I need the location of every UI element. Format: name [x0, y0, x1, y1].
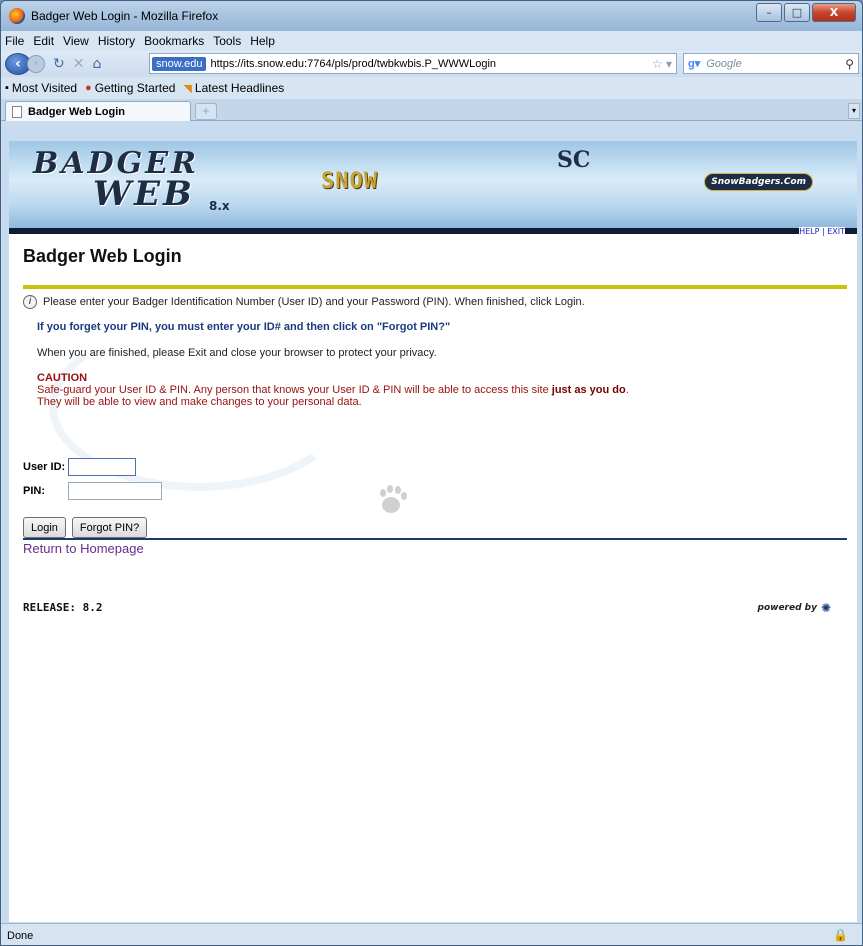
site-identity-button[interactable]: snow.edu — [152, 56, 207, 71]
menu-tools[interactable]: Tools — [213, 34, 241, 48]
blue-divider — [23, 538, 847, 540]
version-label: 8.x — [209, 199, 230, 213]
form-buttons: Login Forgot PIN? — [23, 517, 153, 538]
caution-line-1: Safe-guard your User ID & PIN. Any perso… — [37, 384, 629, 396]
minimize-button[interactable]: – — [756, 3, 782, 22]
snowbadgers-logo[interactable]: SnowBadgers.Com — [704, 173, 813, 191]
search-bar[interactable]: g▾ Google ⚲ — [683, 53, 859, 74]
window-title: Badger Web Login - Mozilla Firefox — [31, 9, 219, 23]
getting-started-icon: ● — [85, 82, 92, 94]
window-controls: – □ X — [754, 3, 856, 22]
login-form: User ID: PIN: — [23, 455, 162, 503]
badger-web-logo: BADGER WEB — [33, 146, 200, 214]
menu-file[interactable]: File — [5, 34, 24, 48]
forgot-pin-button[interactable]: Forgot PIN? — [71, 517, 148, 538]
menu-bookmarks[interactable]: Bookmarks — [144, 34, 204, 48]
stop-icon[interactable]: ✕ — [73, 56, 85, 72]
page-content: BADGER WEB 8.x SNOW SC SnowBadgers.Com H… — [9, 141, 857, 922]
user-id-input[interactable] — [68, 458, 136, 476]
help-link[interactable]: HELP — [799, 227, 819, 236]
yellow-divider — [23, 285, 847, 289]
bookmark-star-icon[interactable]: ☆ ▾ — [652, 57, 672, 71]
bookmark-latest-headlines[interactable]: ◥ Latest Headlines — [183, 81, 284, 95]
user-id-label: User ID: — [23, 461, 66, 473]
info-icon: i — [23, 295, 37, 309]
status-bar: Done 🔒 — [1, 923, 862, 945]
title-bar: Badger Web Login - Mozilla Firefox – □ X — [1, 1, 862, 31]
release-label: RELEASE: 8.2 — [23, 601, 103, 614]
firefox-icon — [9, 8, 25, 24]
search-placeholder: Google — [706, 57, 742, 70]
browser-window: Badger Web Login - Mozilla Firefox – □ X… — [0, 0, 863, 946]
caution-block: CAUTION Safe-guard your User ID & PIN. A… — [37, 372, 847, 408]
rss-icon: ◥ — [183, 82, 192, 95]
padlock-icon[interactable]: 🔒 — [833, 928, 848, 942]
page-icon — [12, 105, 22, 118]
sc-logo: SC — [557, 147, 591, 173]
home-icon[interactable]: ⌂ — [92, 56, 101, 72]
login-button[interactable]: Login — [23, 517, 66, 538]
exit-link[interactable]: EXIT — [827, 227, 845, 236]
forgot-pin-note: If you forget your PIN, you must enter y… — [37, 321, 451, 333]
sungard-logo-icon: ✺ — [821, 601, 832, 615]
close-button[interactable]: X — [812, 3, 856, 22]
navigation-toolbar: ‹ › ↻ ✕ ⌂ snow.edu https://its.snow.edu:… — [1, 51, 862, 77]
address-bar[interactable]: snow.edu https://its.snow.edu:7764/pls/p… — [149, 53, 677, 74]
snow-logo: SNOW — [321, 169, 378, 194]
info-text: Please enter your Badger Identification … — [43, 296, 585, 308]
return-to-homepage-link[interactable]: Return to Homepage — [23, 541, 144, 556]
menu-bar: File Edit View History Bookmarks Tools H… — [1, 31, 862, 51]
bookmark-getting-started[interactable]: ● Getting Started — [85, 81, 175, 95]
bookmarks-toolbar: ▪ Most Visited ● Getting Started ◥ Latest H… — [1, 77, 862, 99]
status-text: Done — [7, 929, 34, 942]
info-section: i Please enter your Badger Identificatio… — [23, 295, 847, 408]
most-visited-icon: ▪ — [5, 82, 9, 94]
menu-help[interactable]: Help — [250, 34, 275, 48]
help-exit-links: HELP | EXIT — [799, 227, 845, 236]
pin-label: PIN: — [23, 485, 45, 497]
maximize-button[interactable]: □ — [784, 3, 810, 22]
tab-bar: Badger Web Login + ▾ — [1, 99, 862, 121]
forward-button[interactable]: › — [27, 55, 45, 73]
tab-badger-web-login[interactable]: Badger Web Login — [5, 101, 191, 121]
powered-by: powered by ✺ — [758, 601, 839, 615]
page-title: Badger Web Login — [23, 246, 182, 266]
new-tab-button[interactable]: + — [195, 103, 217, 120]
menu-edit[interactable]: Edit — [33, 34, 54, 48]
google-icon[interactable]: g▾ — [688, 57, 700, 70]
caution-heading: CAUTION — [37, 372, 88, 384]
url-text: https://its.snow.edu:7764/pls/prod/twbkw… — [210, 57, 497, 70]
tab-list-button[interactable]: ▾ — [848, 103, 860, 119]
privacy-note: When you are finished, please Exit and c… — [37, 347, 437, 359]
search-icon[interactable]: ⚲ — [845, 57, 854, 71]
caution-line-2: They will be able to view and make chang… — [37, 396, 362, 408]
bookmark-most-visited[interactable]: ▪ Most Visited — [5, 81, 77, 95]
menu-view[interactable]: View — [63, 34, 89, 48]
badger-web-banner: BADGER WEB 8.x SNOW SC SnowBadgers.Com H… — [9, 141, 857, 236]
menu-history[interactable]: History — [98, 34, 135, 48]
paw-print-icon — [380, 485, 407, 513]
pin-input[interactable] — [68, 482, 162, 500]
reload-icon[interactable]: ↻ — [53, 56, 65, 72]
